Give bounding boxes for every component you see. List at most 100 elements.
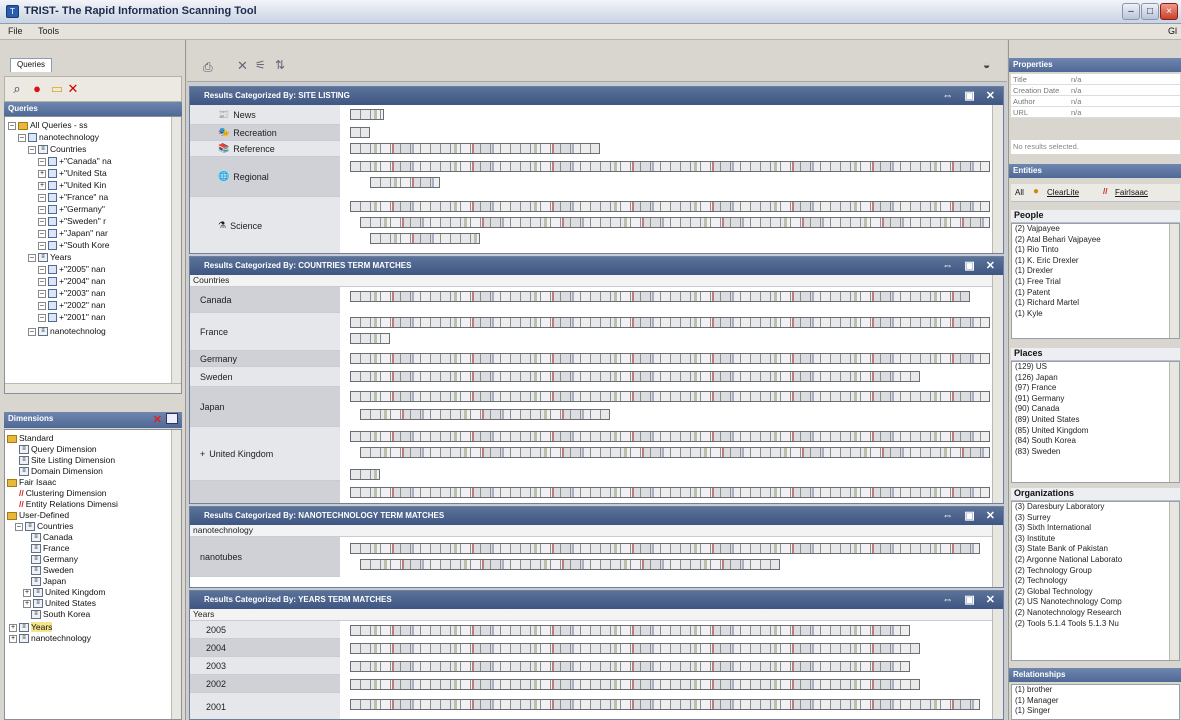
category-row[interactable]: 2005 (190, 621, 340, 639)
list-item[interactable]: (2) Global Technology (1012, 587, 1179, 598)
panel-scrollbar[interactable] (992, 105, 1003, 253)
list-item[interactable]: (1) Free Trial (1012, 277, 1179, 288)
category-row[interactable]: Germany (190, 351, 340, 367)
category-row[interactable]: Sweden (190, 367, 340, 387)
list-item[interactable]: (1) Rio Tinto (1012, 245, 1179, 256)
result-strip[interactable] (350, 127, 370, 138)
result-strip[interactable] (360, 409, 610, 420)
menu-tools[interactable]: Tools (38, 26, 59, 36)
list-item[interactable]: (2) Argonne National Laborato (1012, 555, 1179, 566)
view-options-icon[interactable]: ◒ (983, 58, 990, 72)
list-item[interactable]: (90) Canada (1012, 404, 1179, 415)
category-row[interactable]: Japan (190, 387, 340, 427)
sort-icon[interactable]: ⇅ (275, 58, 285, 72)
result-strip[interactable] (350, 469, 380, 480)
result-strip[interactable] (360, 217, 990, 228)
tab-queries[interactable]: Queries (10, 58, 53, 72)
result-strip[interactable] (350, 643, 920, 654)
tree-row-dimension[interactable]: – ≡ Years (28, 251, 71, 263)
list-item[interactable]: (3) Sixth International (1012, 523, 1179, 534)
places-scrollbar[interactable] (1169, 362, 1179, 482)
add-dimension-icon[interactable] (166, 413, 178, 424)
category-row[interactable]: 2004 (190, 639, 340, 657)
menu-overflow[interactable]: Gl (1168, 26, 1177, 36)
search-icon[interactable]: ⌕ (9, 81, 25, 97)
tree-row-term[interactable]: – +"Sweden" r (38, 215, 106, 227)
tree-row-dimension[interactable]: – ≡ Countries (28, 143, 86, 155)
tree-row-all-queries[interactable]: – All Queries - ss (8, 119, 88, 131)
maximize-button[interactable]: □ (1141, 3, 1159, 20)
list-item[interactable]: (1) Manager (1012, 696, 1179, 707)
category-row[interactable]: 2003 (190, 657, 340, 675)
category-row[interactable]: + United Kingdom (190, 427, 340, 481)
tab-clearlite[interactable]: ClearLite (1047, 188, 1079, 197)
result-strip[interactable] (350, 143, 600, 154)
result-strip[interactable] (350, 487, 990, 498)
tree-row-term[interactable]: – +"Germany" (38, 203, 105, 215)
list-item[interactable]: (3) Surrey (1012, 513, 1179, 524)
category-row[interactable]: France (190, 313, 340, 351)
list-item[interactable]: (2) Vajpayee (1012, 224, 1179, 235)
result-strip[interactable] (360, 447, 990, 458)
dimension-tree-scrollbar[interactable] (171, 430, 181, 719)
category-science[interactable]: ⚗ Science (190, 197, 340, 253)
list-item[interactable]: (1) K. Eric Drexler (1012, 256, 1179, 267)
query-tree-hscrollbar[interactable] (5, 383, 181, 393)
tree-row-dimension[interactable]: – ≡ nanotechnolog (28, 325, 106, 337)
category-row[interactable]: 2002 (190, 675, 340, 693)
list-item[interactable]: (2) Atal Behari Vajpayee (1012, 235, 1179, 246)
result-strip[interactable] (350, 317, 990, 328)
close-button[interactable]: × (1160, 3, 1178, 20)
panel-scrollbar[interactable] (992, 275, 1003, 503)
close-all-icon[interactable]: ✕ (237, 58, 248, 74)
dim-nanotechnology[interactable]: + ≡ nanotechnology (9, 632, 91, 644)
print-icon[interactable]: ⎙ (203, 60, 213, 75)
panel-controls[interactable]: ⇔ ▣ ✕ (942, 259, 999, 272)
result-strip[interactable] (370, 233, 480, 244)
category-row[interactable]: Canada (190, 287, 340, 313)
filter-icon[interactable]: ⚟ (255, 58, 266, 72)
tree-row-term[interactable]: – +"Canada" na (38, 155, 112, 167)
tab-all[interactable]: All (1015, 188, 1024, 197)
result-strip[interactable] (350, 431, 990, 442)
category-row[interactable] (190, 481, 340, 503)
panel-controls[interactable]: ⇔ ▣ ✕ (942, 593, 999, 606)
tree-row-query[interactable]: – nanotechnology (18, 131, 99, 143)
query-tree-scrollbar[interactable] (171, 117, 181, 387)
panel-scrollbar[interactable] (992, 525, 1003, 587)
list-item[interactable]: (97) France (1012, 383, 1179, 394)
panel-scrollbar[interactable] (992, 609, 1003, 719)
list-item[interactable]: (3) Institute (1012, 534, 1179, 545)
list-item[interactable]: (3) Daresbury Laboratory (1012, 502, 1179, 513)
tab-fair-isaac[interactable]: FairIsaac (1115, 188, 1148, 197)
tree-row-term[interactable]: – +"2002" nan (38, 299, 105, 311)
list-item[interactable]: (1) Patent (1012, 288, 1179, 299)
result-strip[interactable] (350, 371, 920, 382)
list-item[interactable]: (1) Drexler (1012, 266, 1179, 277)
result-strip[interactable] (350, 201, 990, 212)
list-item[interactable]: (84) South Korea (1012, 436, 1179, 447)
result-strip[interactable] (350, 625, 910, 636)
list-item[interactable]: (1) Singer (1012, 706, 1179, 717)
panel-controls[interactable]: ⇔ ▣ ✕ (942, 509, 999, 522)
minimize-button[interactable]: – (1122, 3, 1140, 20)
result-strip[interactable] (350, 333, 390, 344)
list-item[interactable]: (2) Nanotechnology Research (1012, 608, 1179, 619)
tree-row-term[interactable]: – +"Japan" nar (38, 227, 108, 239)
people-scrollbar[interactable] (1169, 224, 1179, 338)
list-item[interactable]: (129) US (1012, 362, 1179, 373)
result-strip[interactable] (360, 559, 780, 570)
organizations-scrollbar[interactable] (1169, 502, 1179, 660)
folder-icon[interactable]: ▭ (49, 81, 65, 97)
result-strip[interactable] (350, 543, 980, 554)
category-regional[interactable]: 🌐 Regional (190, 157, 340, 197)
list-item[interactable]: (1) Richard Martel (1012, 298, 1179, 309)
list-item[interactable]: (83) Sweden (1012, 447, 1179, 458)
result-strip[interactable] (370, 177, 440, 188)
category-row[interactable]: nanotubes (190, 537, 340, 577)
result-strip[interactable] (350, 661, 910, 672)
tree-row-term[interactable]: – +"2003" nan (38, 287, 105, 299)
category-row[interactable]: 2001 (190, 693, 340, 719)
panel-controls[interactable]: ⇔ ▣ ✕ (942, 89, 999, 102)
delete-dimension-icon[interactable]: ✕ (153, 413, 162, 426)
